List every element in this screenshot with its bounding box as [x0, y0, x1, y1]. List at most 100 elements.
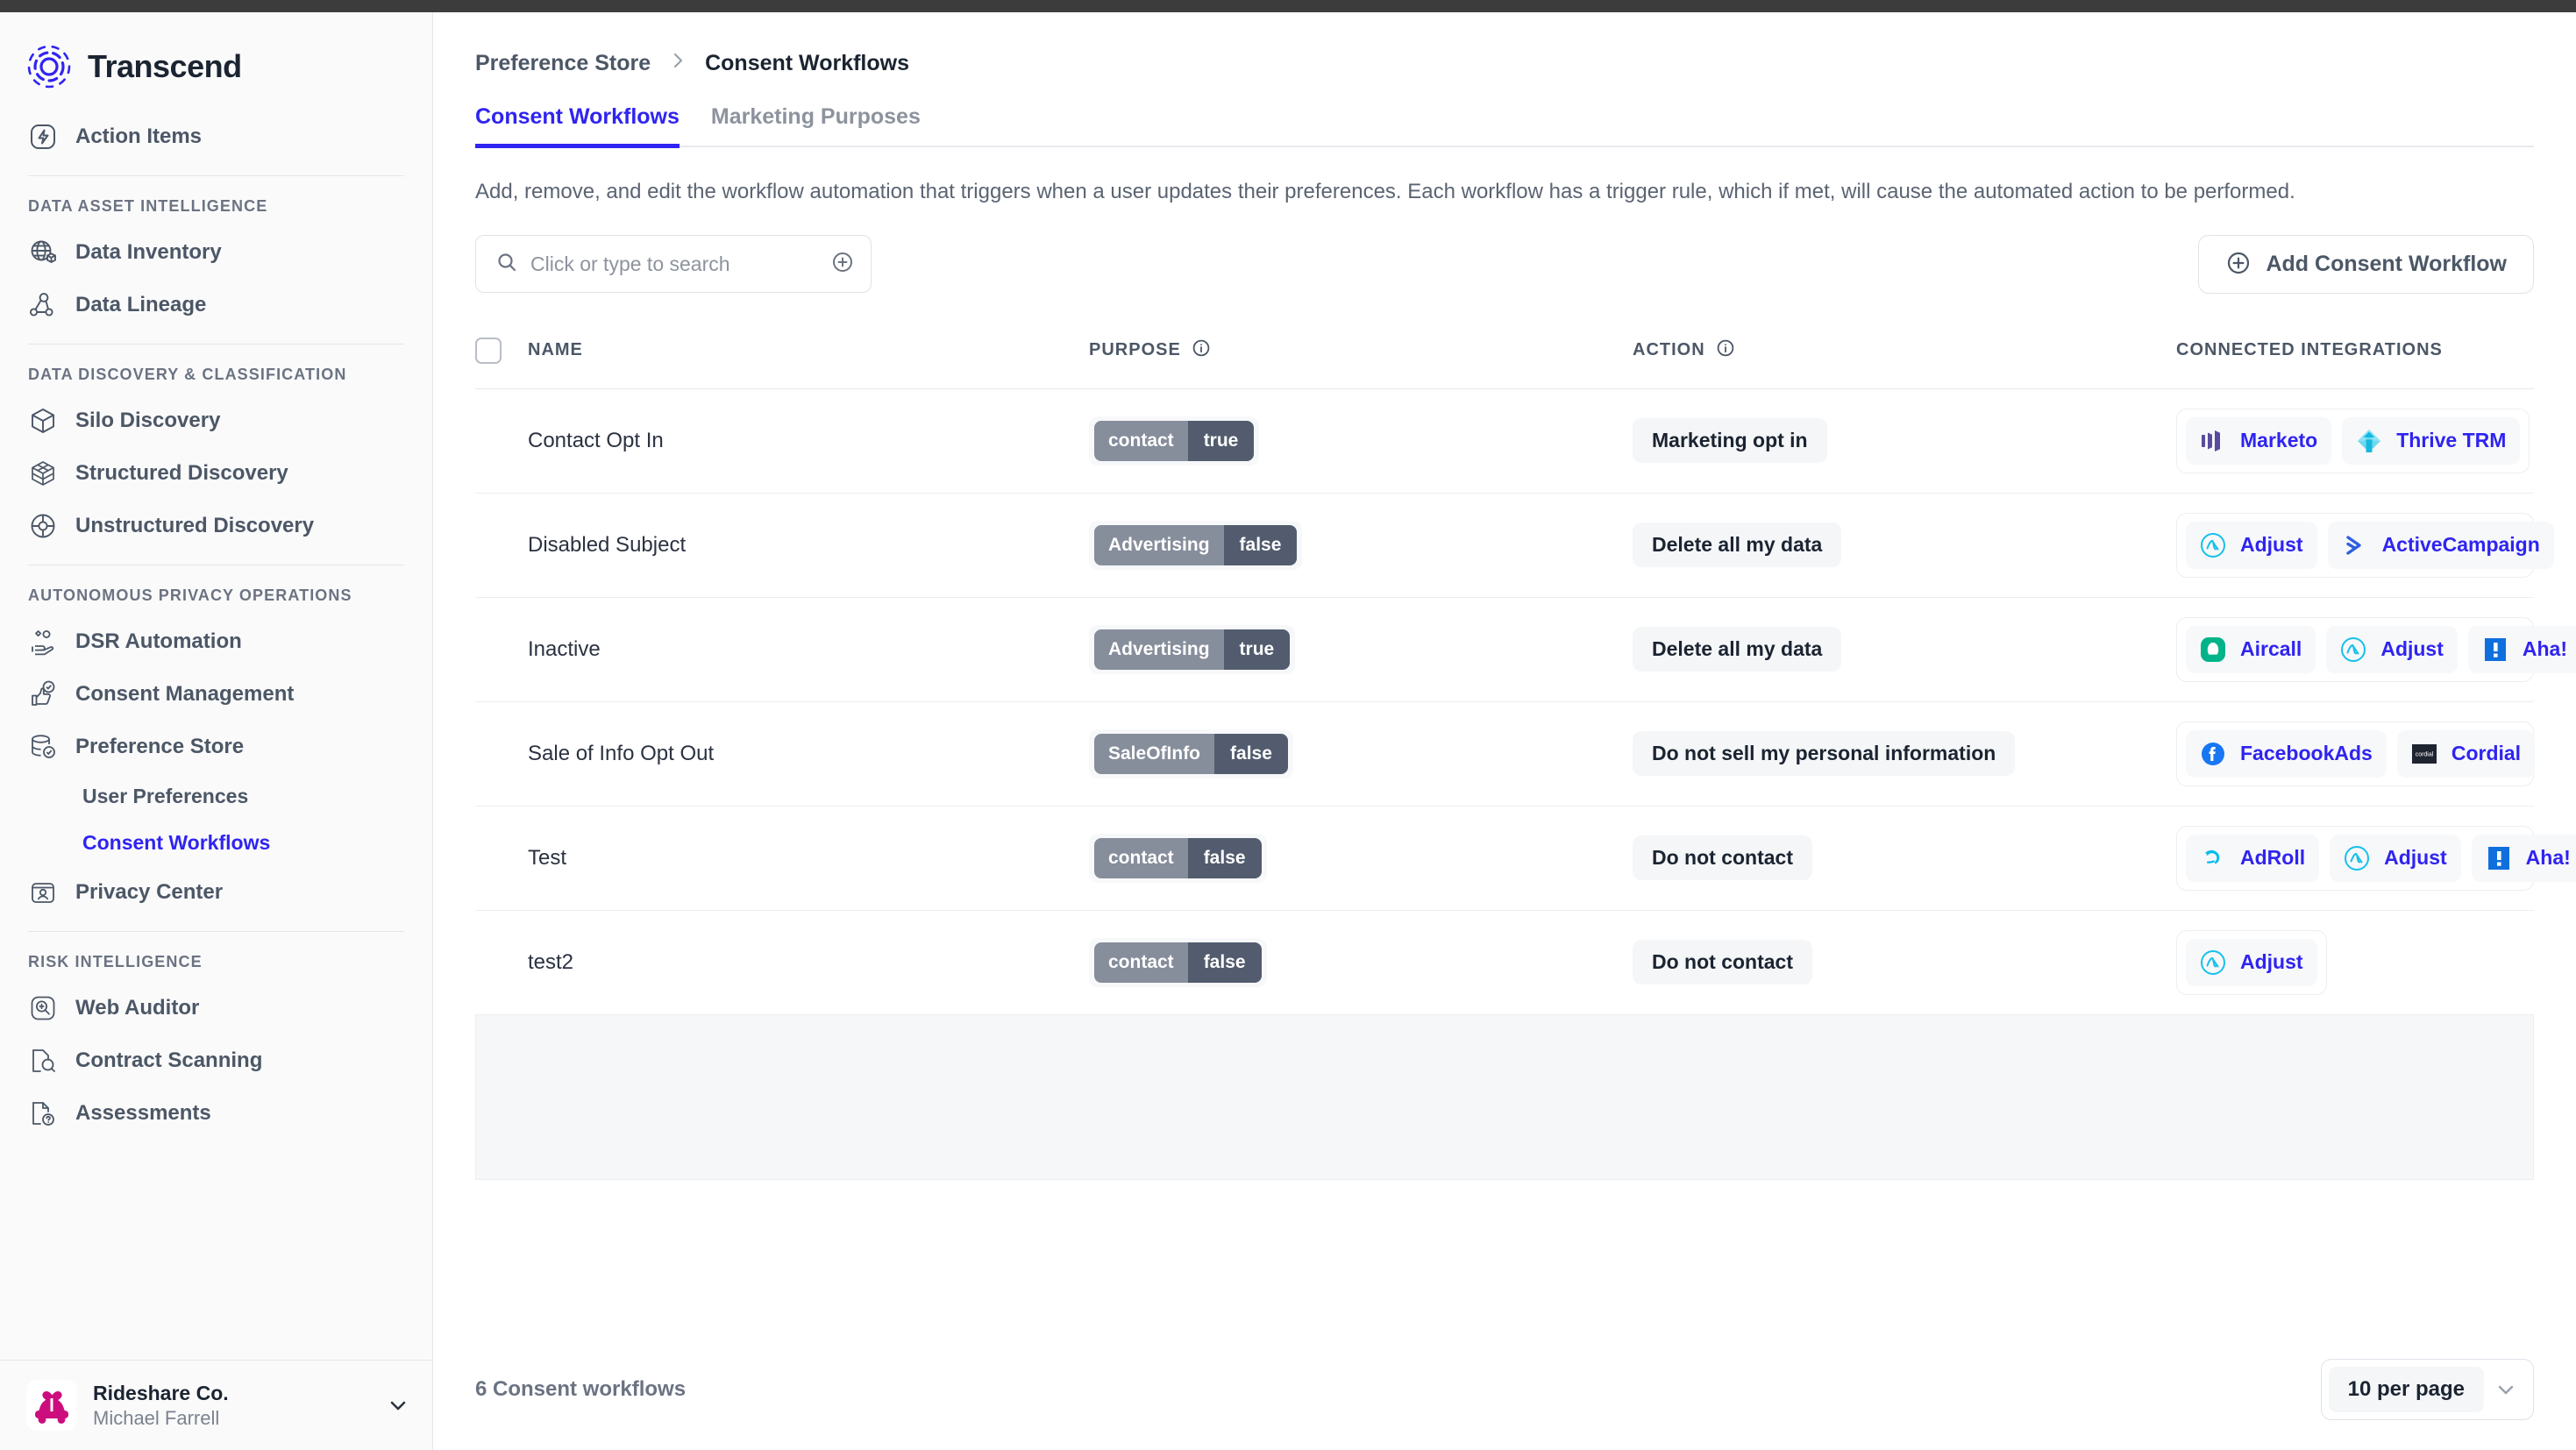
tab-consent-workflows[interactable]: Consent Workflows — [475, 104, 680, 148]
org-name: Rideshare Co. — [93, 1382, 229, 1404]
purpose-badge: contact false — [1094, 942, 1262, 983]
sidebar-item-consent-management[interactable]: Consent Management — [0, 668, 432, 721]
action-badge: Delete all my data — [1633, 522, 1841, 567]
integration-chip-aha[interactable]: Aha! — [2472, 835, 2576, 882]
sidebar-item-preference-store[interactable]: Preference Store — [0, 721, 432, 773]
sidebar-item-assessments[interactable]: Assessments — [0, 1087, 432, 1140]
integration-chip-cordial[interactable]: cordial Cordial — [2397, 730, 2535, 778]
sidebar-section-title-data-discovery: DATA DISCOVERY & CLASSIFICATION — [0, 357, 432, 394]
table-row[interactable]: Test contact false Do not contact — [475, 806, 2534, 910]
integration-chip-adroll[interactable]: AdRoll — [2186, 835, 2319, 882]
integration-name: Adjust — [2380, 637, 2444, 661]
row-purpose-cell: contact false — [1089, 910, 1633, 1014]
integration-name: Adjust — [2384, 846, 2447, 870]
action-badge: Marketing opt in — [1633, 418, 1827, 463]
table-row[interactable]: Contact Opt In contact true Marketing op… — [475, 388, 2534, 493]
adjust-logo-icon — [2340, 842, 2373, 875]
th-action[interactable]: ACTION — [1633, 316, 2176, 389]
table-row[interactable]: Sale of Info Opt Out SaleOfInfo false Do… — [475, 701, 2534, 806]
purpose-key: contact — [1094, 942, 1188, 983]
add-consent-workflow-label: Add Consent Workflow — [2266, 252, 2507, 277]
purpose-key: Advertising — [1094, 525, 1224, 565]
sidebar-item-data-inventory[interactable]: Data Inventory — [0, 226, 432, 279]
tab-bar: Consent Workflows Marketing Purposes — [475, 104, 2534, 147]
sidebar-item-label: Privacy Center — [75, 880, 223, 905]
brand-logo[interactable]: Transcend — [0, 12, 432, 110]
integration-chip-adjust[interactable]: Adjust — [2326, 626, 2458, 673]
magnify-plus-icon — [28, 993, 58, 1023]
brand-name: Transcend — [88, 48, 242, 85]
integration-group: Adjust — [2176, 930, 2327, 995]
row-action-cell: Delete all my data — [1633, 597, 2176, 701]
table-row[interactable]: test2 contact false Do not contact — [475, 910, 2534, 1014]
sidebar-item-privacy-center[interactable]: Privacy Center — [0, 866, 432, 919]
info-icon[interactable] — [1192, 338, 1211, 363]
table-footer: 6 Consent workflows 10 per page — [475, 1359, 2534, 1450]
row-name: test2 — [528, 950, 573, 974]
sidebar-item-action-items[interactable]: Action Items — [0, 110, 432, 163]
row-purpose-cell: Advertising true — [1089, 597, 1633, 701]
info-icon[interactable] — [1716, 338, 1735, 363]
sidebar-item-contract-scanning[interactable]: Contract Scanning — [0, 1034, 432, 1087]
purpose-badge: Advertising true — [1094, 629, 1290, 670]
integration-name: Cordial — [2451, 742, 2521, 765]
breadcrumb-parent-link[interactable]: Preference Store — [475, 51, 651, 76]
purpose-value: false — [1224, 525, 1298, 565]
th-connected-integrations[interactable]: CONNECTED INTEGRATIONS — [2176, 316, 2534, 389]
row-name-cell: test2 — [528, 910, 1089, 1014]
purpose-badge: Advertising false — [1094, 525, 1297, 565]
row-integrations-cell: AdRoll Adjust — [2176, 806, 2534, 910]
chevron-down-icon[interactable] — [385, 1392, 411, 1418]
purpose-badge: contact false — [1094, 838, 1262, 878]
sidebar-item-label: Contract Scanning — [75, 1048, 262, 1073]
globe-node-icon — [28, 511, 58, 541]
row-select-cell — [475, 493, 528, 597]
integration-chip-aircall[interactable]: Aircall — [2186, 626, 2316, 673]
sidebar-item-structured-discovery[interactable]: Structured Discovery — [0, 447, 432, 500]
sidebar-item-silo-discovery[interactable]: Silo Discovery — [0, 394, 432, 447]
integration-chip-thrive-trm[interactable]: Thrive TRM — [2342, 417, 2520, 465]
integration-chip-adjust[interactable]: Adjust — [2186, 939, 2317, 986]
th-purpose-label: PURPOSE — [1089, 340, 1181, 360]
table-row[interactable]: Disabled Subject Advertising false Delet… — [475, 493, 2534, 597]
purpose-badge: contact true — [1094, 421, 1254, 461]
purpose-value: false — [1214, 734, 1288, 774]
integration-chip-facebookads[interactable]: FacebookAds — [2186, 730, 2387, 778]
facebook-ads-logo-icon — [2196, 737, 2230, 771]
tab-marketing-purposes[interactable]: Marketing Purposes — [711, 104, 921, 148]
purpose-value: true — [1188, 421, 1255, 461]
sidebar-item-user-preferences[interactable]: User Preferences — [0, 773, 432, 820]
table-header-row: NAME PURPOSE — [475, 316, 2534, 389]
row-select-cell — [475, 597, 528, 701]
select-all-checkbox[interactable] — [475, 338, 502, 364]
integration-chip-adjust[interactable]: Adjust — [2186, 522, 2317, 569]
search-input[interactable]: Click or type to search — [475, 235, 872, 293]
main-content: Preference Store Consent Workflows Conse… — [433, 12, 2576, 1450]
sidebar-item-label: Web Auditor — [75, 996, 199, 1020]
table-row[interactable]: Inactive Advertising true Delete all my … — [475, 597, 2534, 701]
org-switcher[interactable]: Rideshare Co. Michael Farrell — [0, 1360, 432, 1450]
sidebar-item-unstructured-discovery[interactable]: Unstructured Discovery — [0, 500, 432, 552]
row-action-cell: Do not contact — [1633, 910, 2176, 1014]
sidebar-item-data-lineage[interactable]: Data Lineage — [0, 279, 432, 331]
id-card-icon — [28, 878, 58, 907]
integration-name: Aircall — [2240, 637, 2302, 661]
sidebar-item-label: DSR Automation — [75, 629, 242, 654]
th-name[interactable]: NAME — [528, 316, 1089, 389]
sidebar-item-consent-workflows[interactable]: Consent Workflows — [0, 820, 432, 866]
integration-chip-marketo[interactable]: Marketo — [2186, 417, 2331, 465]
sidebar-item-dsr-automation[interactable]: DSR Automation — [0, 615, 432, 668]
search-icon — [495, 251, 518, 278]
sidebar-scroll-area: Transcend Action Items DATA ASSET INTELL… — [0, 12, 432, 1360]
add-consent-workflow-button[interactable]: Add Consent Workflow — [2198, 235, 2534, 294]
per-page-select[interactable]: 10 per page — [2321, 1359, 2534, 1420]
org-info: Rideshare Co. Michael Farrell — [93, 1381, 369, 1430]
integration-name: Aha! — [2526, 846, 2571, 870]
integration-chip-activecampaign[interactable]: ActiveCampaign — [2328, 522, 2554, 569]
th-purpose[interactable]: PURPOSE — [1089, 316, 1633, 389]
plus-circle-icon[interactable] — [830, 250, 855, 279]
lineage-icon — [28, 290, 58, 320]
integration-chip-aha[interactable]: Aha! — [2468, 626, 2576, 673]
sidebar-item-web-auditor[interactable]: Web Auditor — [0, 982, 432, 1034]
integration-chip-adjust[interactable]: Adjust — [2330, 835, 2461, 882]
